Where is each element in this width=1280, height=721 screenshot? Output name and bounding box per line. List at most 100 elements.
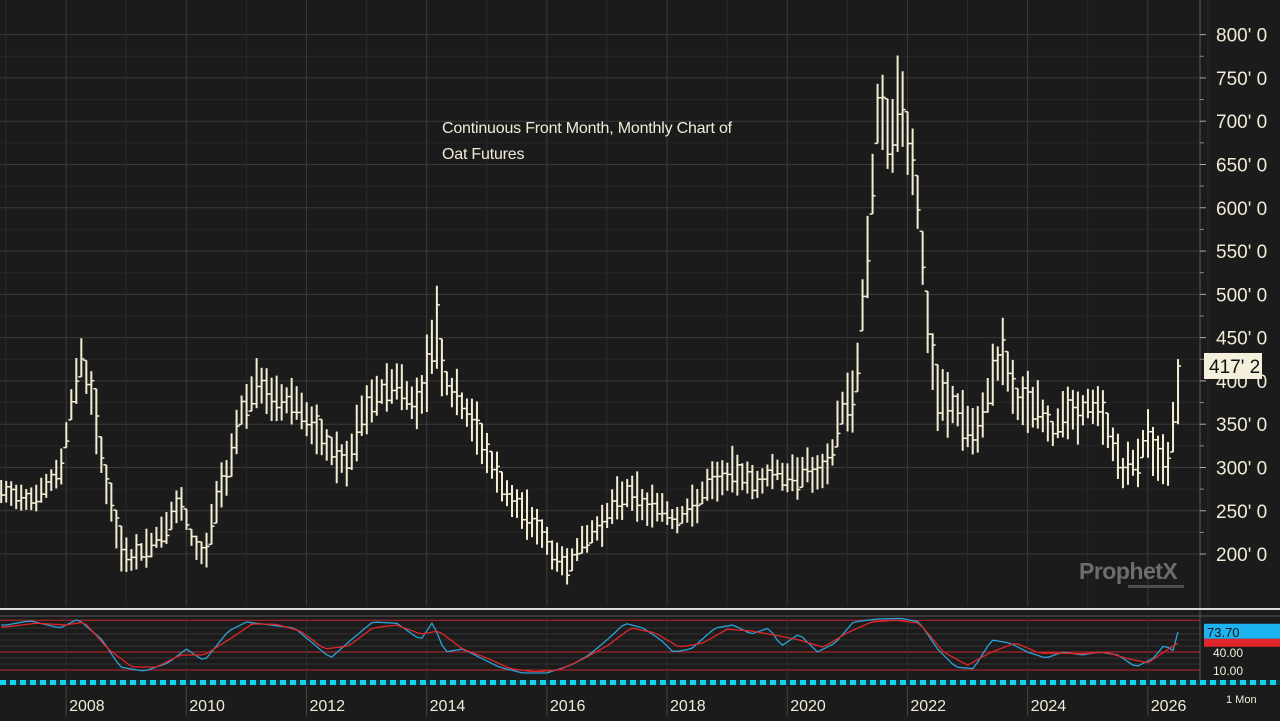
bottom-strip-segment: [410, 680, 416, 685]
bottom-strip-segment: [580, 680, 586, 685]
bottom-strip-segment: [150, 680, 156, 685]
bottom-strip-segment: [570, 680, 576, 685]
bottom-strip-segment: [1210, 680, 1216, 685]
bottom-strip-segment: [1000, 680, 1006, 685]
period-label: 1 Mon: [1226, 694, 1257, 706]
bottom-strip-segment: [310, 680, 316, 685]
bottom-strip-segment: [900, 680, 906, 685]
bottom-strip-segment: [100, 680, 106, 685]
y-tick-label: 800' 0: [1216, 26, 1267, 47]
bottom-strip-segment: [490, 680, 496, 685]
bottom-strip-segment: [160, 680, 166, 685]
bottom-strip-segment: [300, 680, 306, 685]
bottom-strip-segment: [280, 680, 286, 685]
bottom-strip-segment: [530, 680, 536, 685]
bottom-strip-segment: [1180, 680, 1186, 685]
chart-root: 73.70 40.00 10.00 200' 0 250' 0 300' 0 350' 0…: [0, 0, 1280, 716]
bottom-strip-segment: [170, 680, 176, 685]
brand-logo: ProphetX: [1079, 558, 1178, 584]
x-tick-label: 2018: [670, 698, 706, 715]
bottom-strip-segment: [710, 680, 716, 685]
bottom-strip-segment: [470, 680, 476, 685]
bottom-strip-segment: [700, 680, 706, 685]
bottom-strip-segment: [740, 680, 746, 685]
bottom-strip-segment: [1120, 680, 1126, 685]
bottom-strip-segment: [1200, 680, 1206, 685]
stoch-level-label: 10.00: [1213, 664, 1243, 678]
bottom-strip-segment: [180, 680, 186, 685]
bottom-strip-segment: [960, 680, 966, 685]
y-tick-label: 250' 0: [1216, 502, 1267, 523]
bottom-strip-segment: [690, 680, 696, 685]
bottom-strip-segment: [400, 680, 406, 685]
bottom-strip-segment: [340, 680, 346, 685]
bottom-strip-segment: [330, 680, 336, 685]
brand-underline: [1128, 585, 1184, 588]
bottom-strip-segment: [190, 680, 196, 685]
bottom-strip-segment: [70, 680, 76, 685]
bottom-strip-segment: [1090, 680, 1096, 685]
bottom-strip-segment: [20, 680, 26, 685]
bottom-strip-segment: [550, 680, 556, 685]
stoch-level-label: 40.00: [1213, 646, 1243, 660]
bottom-strip-segment: [1110, 680, 1116, 685]
bottom-strip-segment: [440, 680, 446, 685]
x-tick-label: 2024: [1031, 698, 1067, 715]
bottom-strip-segment: [540, 680, 546, 685]
bottom-strip-segment: [780, 680, 786, 685]
bottom-strip-segment: [1040, 680, 1046, 685]
bottom-strip-segment: [230, 680, 236, 685]
bottom-strip-segment: [1160, 680, 1166, 685]
bottom-strip-segment: [660, 680, 666, 685]
bottom-strip-segment: [620, 680, 626, 685]
bottom-strip-segment: [970, 680, 976, 685]
bottom-strip-segment: [290, 680, 296, 685]
y-tick-label: 200' 0: [1216, 545, 1267, 566]
bottom-strip-segment: [50, 680, 56, 685]
bottom-strip-segment: [1190, 680, 1196, 685]
x-tick-label: 2010: [189, 698, 225, 715]
bottom-strip-segment: [1140, 680, 1146, 685]
bottom-strip-segment: [1100, 680, 1106, 685]
bottom-strip-segment: [940, 680, 946, 685]
bottom-strip-segment: [1020, 680, 1026, 685]
bottom-strip-segment: [510, 680, 516, 685]
bottom-strip-segment: [90, 680, 96, 685]
bottom-strip-segment: [1170, 680, 1176, 685]
bottom-strip-segment: [0, 680, 6, 685]
bottom-strip-segment: [1270, 680, 1276, 685]
chart-title: Continuous Front Month, Monthly Chart of…: [442, 116, 732, 168]
bottom-strip-segment: [1260, 680, 1266, 685]
bottom-strip-segment: [260, 680, 266, 685]
bottom-strip-segment: [60, 680, 66, 685]
bottom-strip-segment: [140, 680, 146, 685]
x-tick-label: 2026: [1151, 698, 1187, 715]
bottom-strip-segment: [220, 680, 226, 685]
bottom-strip-segment: [610, 680, 616, 685]
bottom-strip-segment: [670, 680, 676, 685]
bottom-strip-segment: [80, 680, 86, 685]
x-tick-label: 2022: [910, 698, 946, 715]
bottom-strip-segment: [630, 680, 636, 685]
bottom-strip-segment: [270, 680, 276, 685]
bottom-strip-segment: [120, 680, 126, 685]
y-tick-label: 600' 0: [1216, 199, 1267, 220]
x-tick-label: 2016: [550, 698, 586, 715]
bottom-strip-segment: [770, 680, 776, 685]
bottom-strip-segment: [910, 680, 916, 685]
bottom-strip-segment: [10, 680, 16, 685]
bottom-strip-segment: [1070, 680, 1076, 685]
bottom-strip-segment: [1240, 680, 1246, 685]
bottom-strip-segment: [360, 680, 366, 685]
bottom-strip-segment: [130, 680, 136, 685]
bottom-strip-segment: [840, 680, 846, 685]
bottom-strip-segment: [250, 680, 256, 685]
bottom-strip-segment: [860, 680, 866, 685]
y-tick-label: 750' 0: [1216, 69, 1267, 90]
bottom-strip-segment: [890, 680, 896, 685]
bottom-strip-segment: [790, 680, 796, 685]
y-tick-label: 700' 0: [1216, 112, 1267, 133]
bottom-strip-segment: [480, 680, 486, 685]
bottom-strip-segment: [820, 680, 826, 685]
bottom-strip-segment: [450, 680, 456, 685]
